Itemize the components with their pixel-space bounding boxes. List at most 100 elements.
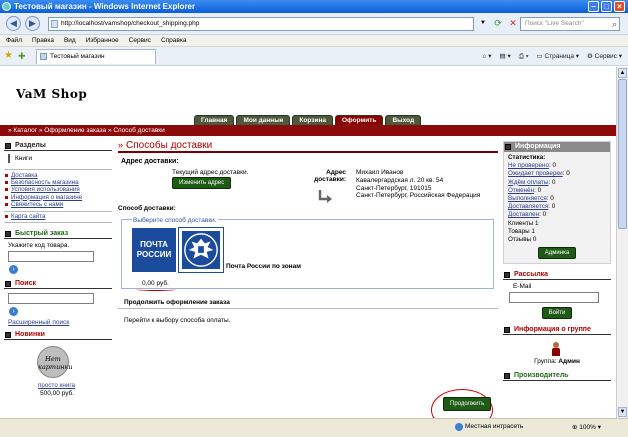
quick-order-title: Быстрый заказ <box>15 230 69 238</box>
link-about[interactable]: Информация о магазине <box>4 194 112 201</box>
stop-icon[interactable]: ✕ <box>507 17 519 31</box>
box-square-icon <box>504 272 510 279</box>
no-image-placeholder[interactable]: Нет картинки <box>37 346 73 379</box>
price-underline-annotation <box>136 288 176 291</box>
advanced-search-link[interactable]: Расширенный поиск <box>8 319 112 326</box>
add-favorites-icon[interactable]: ✚ <box>18 51 26 61</box>
menu-file[interactable]: Файл <box>6 35 22 46</box>
stat-row: Выполняется: 0 <box>508 195 554 203</box>
scroll-down-icon[interactable]: ▼ <box>618 407 627 417</box>
url-input[interactable]: http://localhost/vamshop/checkout_shippi… <box>48 17 474 31</box>
zoom-level[interactable]: ⊕ 100% ▾ <box>572 423 601 431</box>
favorites-star-icon[interactable]: ★ <box>4 51 13 61</box>
print-icon[interactable]: ⎙ ▾ <box>519 51 529 62</box>
feeds-icon[interactable]: ▤ ▾ <box>500 51 511 62</box>
page-menu[interactable]: ▭ Страница ▾ <box>537 51 580 62</box>
address-toolbar: ◀ ▶ http://localhost/vamshop/checkout_sh… <box>0 13 628 35</box>
nav-home[interactable]: Главная <box>194 115 235 125</box>
continue-button[interactable]: Продолжить <box>443 397 492 411</box>
stat-link[interactable]: Ожидает проверки <box>508 170 563 177</box>
clients-count: Клиенты 1 <box>508 219 539 227</box>
delivery-method-price: 0,00 руб. <box>142 280 169 287</box>
stat-link[interactable]: Не проверено <box>508 162 549 169</box>
search-icon[interactable]: ⌕ <box>612 18 617 30</box>
admin-button-wrap: Админка <box>508 247 606 260</box>
stat-value: 0 <box>550 195 554 203</box>
eagle-svg <box>184 233 218 267</box>
close-icon[interactable]: × <box>614 1 625 12</box>
user-avatar-icon <box>551 342 561 357</box>
tools-menu[interactable]: ⚙ Сервис ▾ <box>587 51 622 62</box>
box-square-icon <box>5 231 11 238</box>
address-line: Кавалергардская л. 20 кв. 54 <box>356 176 444 184</box>
search-header: Поиск <box>4 279 112 290</box>
site-search-go-button[interactable]: › <box>9 307 18 317</box>
top-navigation: Главная Мои данные Корзина Оформить Выхо… <box>194 115 422 125</box>
tab-page-icon <box>40 53 47 60</box>
search-input[interactable]: Поиск "Live Search" ⌕ <box>520 17 620 31</box>
vertical-scrollbar[interactable]: ▲ ▼ <box>616 67 628 418</box>
minimize-icon[interactable]: – <box>588 1 599 12</box>
eagle-emblem-icon <box>178 227 224 273</box>
window-controls: – □ × <box>588 1 625 12</box>
menu-tools[interactable]: Сервис <box>129 35 151 46</box>
menu-help[interactable]: Справка <box>161 35 187 46</box>
dropdown-icon[interactable]: ▼ <box>477 17 489 31</box>
site-logo[interactable]: VaM Shop <box>16 87 87 101</box>
product-price: 500,00 руб. <box>40 390 75 398</box>
menu-view[interactable]: Вид <box>64 35 76 46</box>
nav-checkout[interactable]: Оформить <box>334 115 384 125</box>
scroll-up-icon[interactable]: ▲ <box>618 68 627 78</box>
home-icon[interactable]: ⌂ ▾ <box>483 51 492 62</box>
stat-row: Ожидает проверки: 0 <box>508 170 570 178</box>
product-name-link[interactable]: просто книга <box>38 382 112 389</box>
sections-header: Разделы <box>4 141 112 151</box>
back-button[interactable]: ◀ <box>6 16 21 31</box>
menu-edit[interactable]: Правка <box>32 35 54 46</box>
stat-link[interactable]: Доставляется <box>508 203 548 210</box>
category-books[interactable]: Книги <box>8 154 112 163</box>
site-search-input[interactable] <box>8 293 94 305</box>
quick-order-go-button[interactable]: › <box>9 265 18 275</box>
tools-menu-label: Сервис <box>594 53 617 60</box>
delivery-method-name[interactable]: Почта России по зонам <box>226 263 301 270</box>
nav-account[interactable]: Мои данные <box>236 115 291 125</box>
admin-button[interactable]: Админка <box>537 247 577 260</box>
link-contact[interactable]: Свяжитесь с нами <box>4 201 112 208</box>
stat-link[interactable]: Ждём оплаты <box>508 179 548 186</box>
scroll-thumb[interactable] <box>618 79 627 229</box>
stat-link[interactable]: Выполняется <box>508 195 547 202</box>
reviews-count: Отзывы 0 <box>508 236 537 244</box>
link-security[interactable]: Безопасность магазина <box>4 179 112 186</box>
intranet-globe-icon <box>455 423 463 431</box>
sections-title: Разделы <box>15 142 46 149</box>
tab-label: Тестовый магазин <box>50 53 105 60</box>
address-label: Адрес доставки: <box>314 169 346 183</box>
continue-checkout-text: Перейти к выбору способа оплаты. <box>124 317 231 324</box>
quick-order-input[interactable] <box>8 251 94 263</box>
browser-tab[interactable]: Тестовый магазин <box>36 49 156 64</box>
address-lines: Михаил Иванов Кавалергардская л. 20 кв. … <box>356 169 480 200</box>
box-square-icon <box>505 144 511 150</box>
email-input[interactable] <box>509 292 599 304</box>
forward-button[interactable]: ▶ <box>25 16 40 31</box>
stat-row: Ждём оплаты: 0 <box>508 178 556 186</box>
link-delivery[interactable]: Доставка <box>4 172 112 179</box>
stat-link[interactable]: Отменён <box>508 187 534 194</box>
address-line: Михаил Иванов <box>356 169 404 176</box>
maximize-icon[interactable]: □ <box>601 1 612 12</box>
sitemap-link[interactable]: Карта сайта <box>4 211 112 224</box>
login-button[interactable]: Войти <box>541 307 573 320</box>
nav-logout[interactable]: Выход <box>385 115 422 125</box>
change-address-button[interactable]: Изменить адрес <box>172 177 232 189</box>
nav-cart[interactable]: Корзина <box>292 115 333 125</box>
new-products-header: Новинки <box>4 330 112 341</box>
url-text: http://localhost/vamshop/checkout_shippi… <box>61 20 200 27</box>
stat-link[interactable]: Доставлен <box>508 211 539 218</box>
group-info: Группа: Админ <box>503 358 611 365</box>
refresh-icon[interactable]: ⟳ <box>492 17 504 31</box>
menu-favorites[interactable]: Избранное <box>86 35 119 46</box>
stat-row: Доставляется: 0 <box>508 203 556 211</box>
link-terms[interactable]: Условия использования <box>4 186 112 193</box>
stats-list: Статистика: Не проверено: 0 Ожидает пров… <box>504 152 610 263</box>
